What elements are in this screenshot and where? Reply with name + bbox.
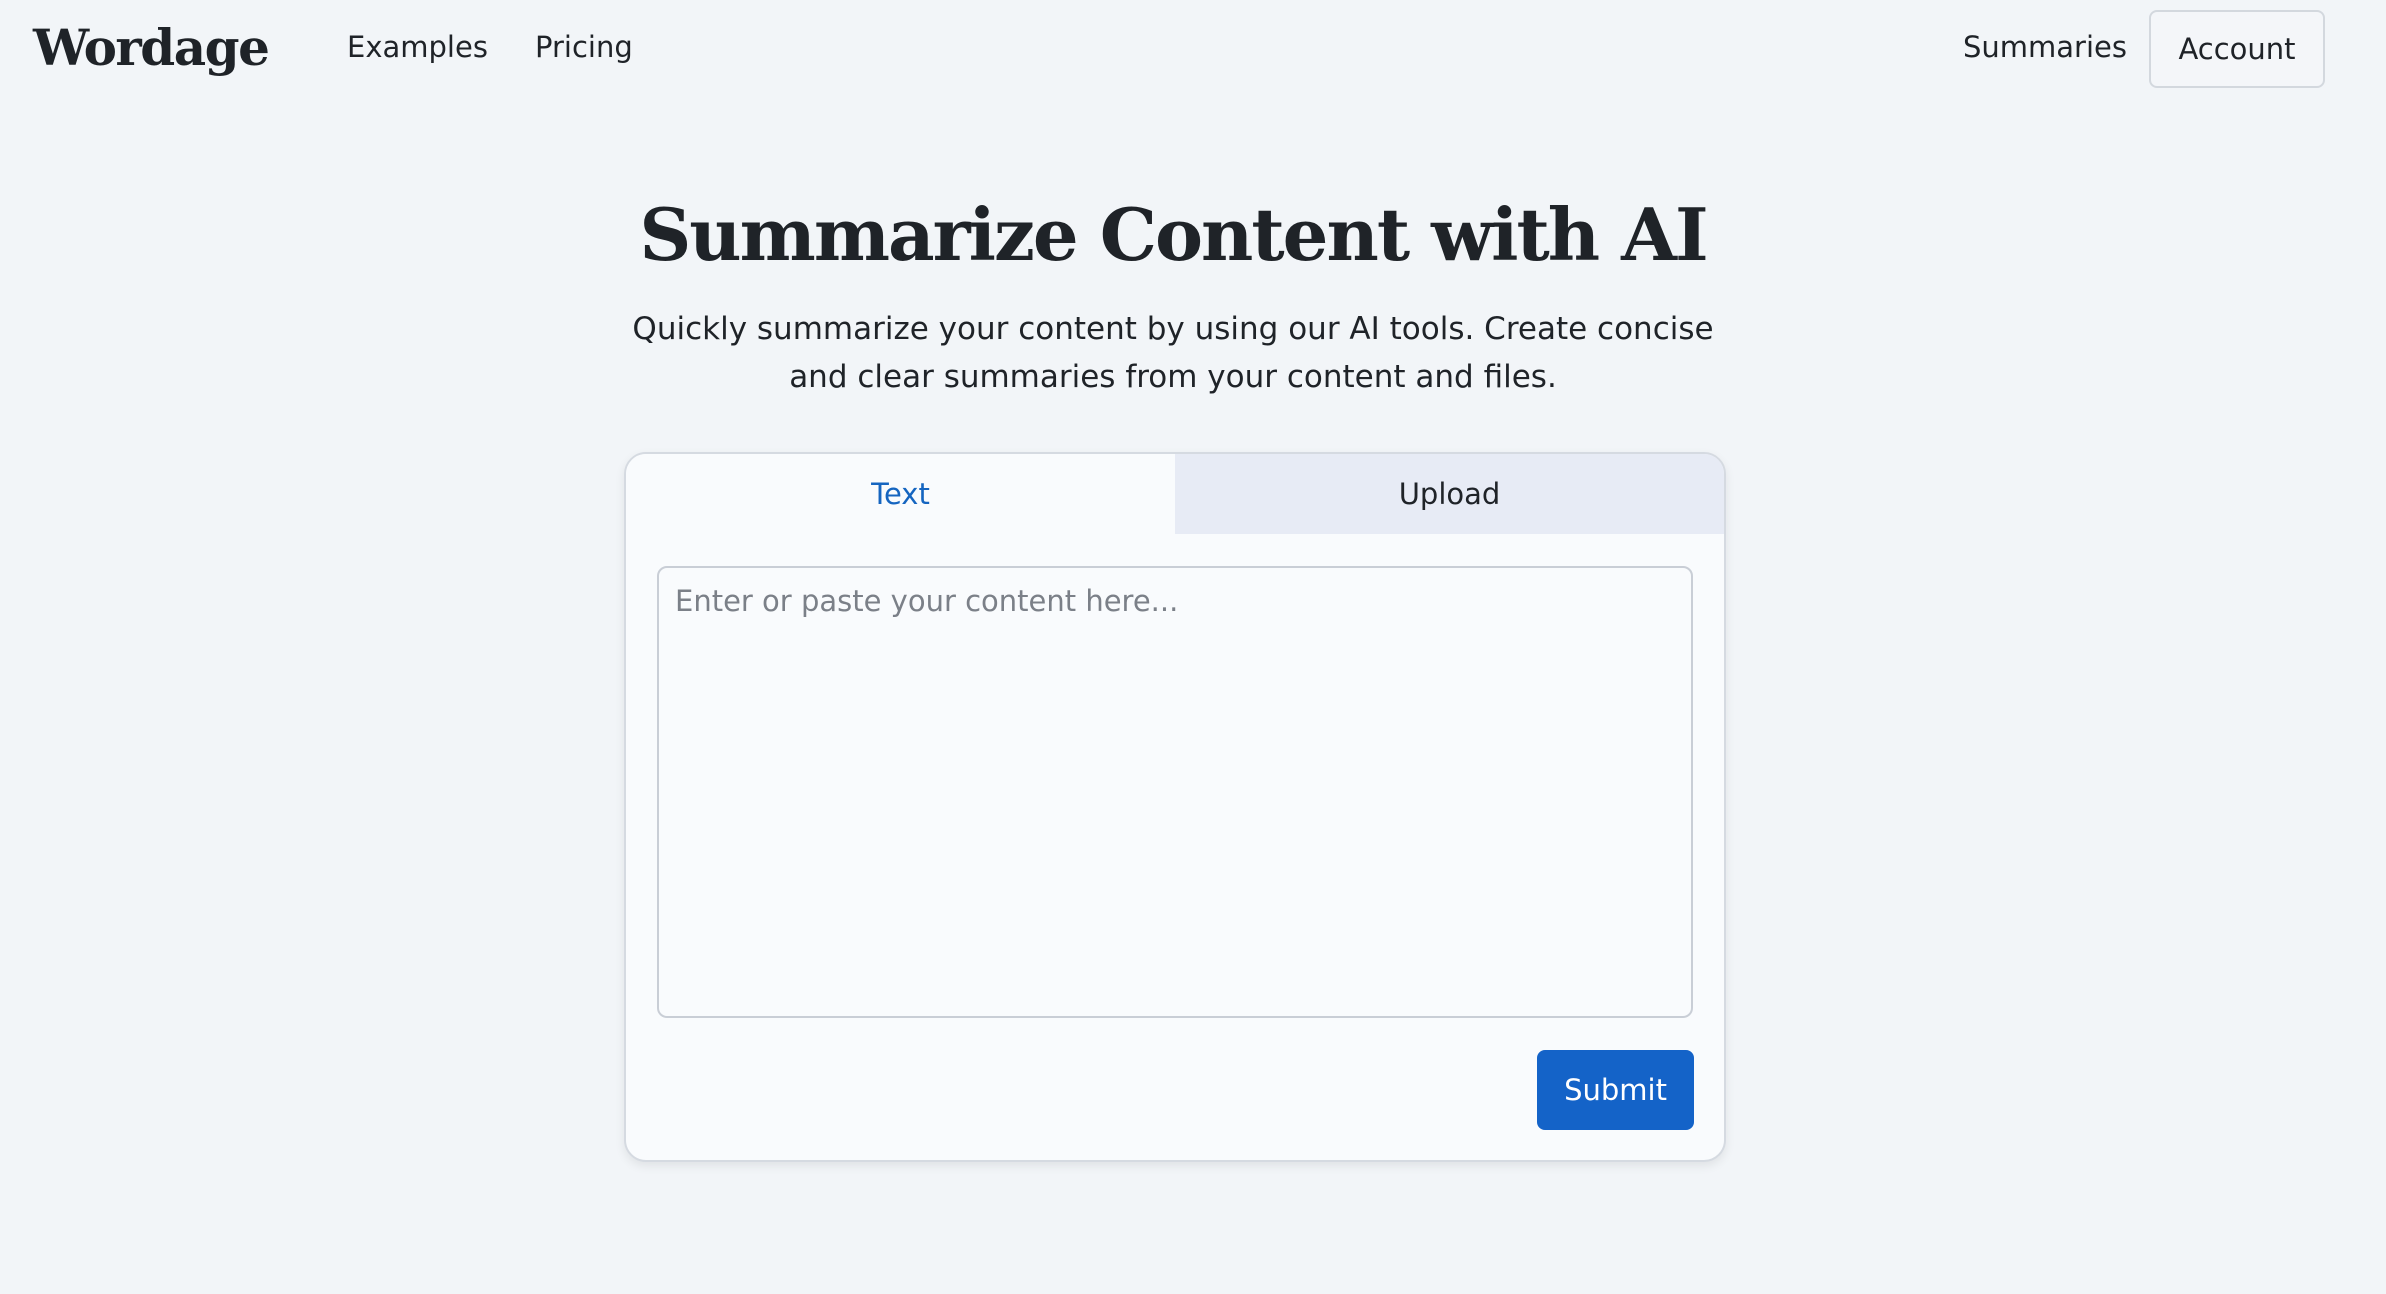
tab-upload[interactable]: Upload [1175, 454, 1724, 534]
tab-text[interactable]: Text [626, 454, 1175, 534]
content-input[interactable] [657, 566, 1693, 1018]
logo[interactable]: Wordage [33, 18, 270, 77]
page-title: Summarize Content with AI [639, 192, 1708, 277]
nav-link-pricing[interactable]: Pricing [535, 30, 633, 64]
input-mode-tabs: Text Upload [626, 454, 1724, 534]
nav-link-summaries[interactable]: Summaries [1963, 30, 2127, 64]
nav-link-examples[interactable]: Examples [347, 30, 488, 64]
submit-button[interactable]: Submit [1537, 1050, 1694, 1130]
account-button[interactable]: Account [2149, 10, 2325, 88]
top-navigation: Wordage Examples Pricing Summaries Accou… [0, 0, 2386, 100]
page-subtitle: Quickly summarize your content by using … [632, 311, 1714, 395]
summarize-card: Text Upload Submit [624, 452, 1726, 1162]
